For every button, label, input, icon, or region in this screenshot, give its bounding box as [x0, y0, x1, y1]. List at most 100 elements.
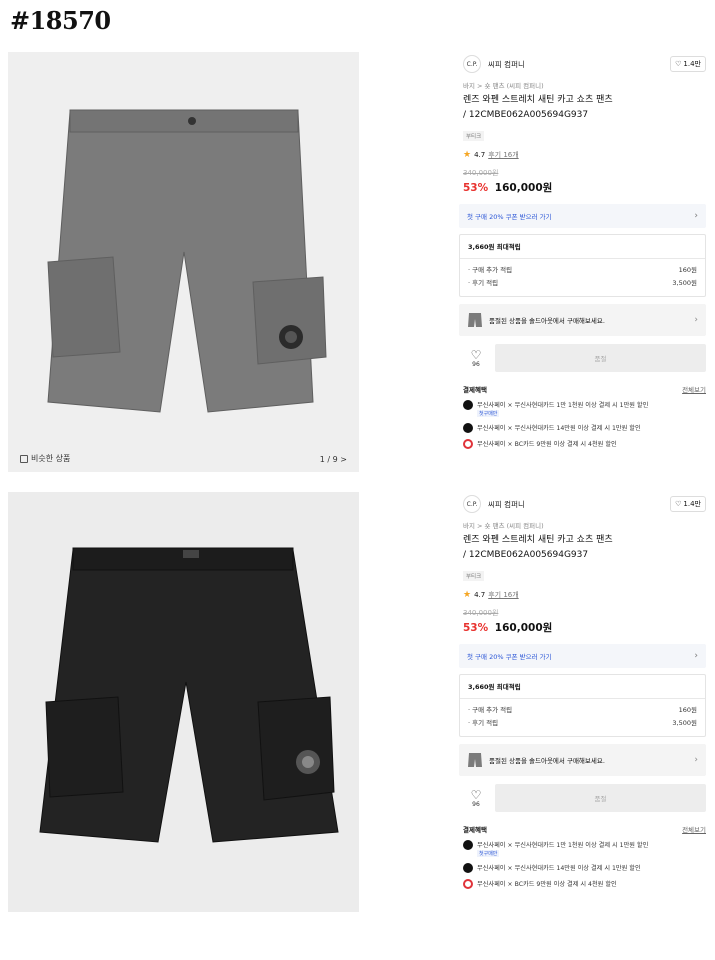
- title-line-2: / 12CMBE062A005694G937: [463, 110, 589, 120]
- brand-logo[interactable]: C.P.: [463, 495, 481, 513]
- product-like-button[interactable]: ♡ 96: [457, 789, 495, 808]
- brand-name[interactable]: 씨피 컴퍼니: [488, 499, 525, 510]
- star-icon: ★: [463, 150, 472, 160]
- coupon-banner[interactable]: 첫 구매 20% 쿠폰 받으러 가기 ›: [459, 644, 706, 668]
- coupon-banner[interactable]: 첫 구매 20% 쿠폰 받으러 가기 ›: [459, 204, 706, 228]
- benefit-item: 무신사페이 × 무신사현대카드 1만 1천원 이상 결제 시 1만원 할인 첫구…: [463, 400, 706, 417]
- product-title: 렌즈 와펜 스트레치 새틴 카고 쇼츠 팬츠 / 12CMBE062A00569…: [463, 93, 706, 123]
- review-link[interactable]: 후기 16개: [488, 150, 518, 160]
- bc-card-icon: [463, 879, 473, 889]
- benefit-item: 무신사페이 × 무신사현대카드 14만원 이상 결제 시 1만원 할인: [463, 423, 706, 433]
- sale-price: 160,000원: [494, 182, 553, 194]
- chevron-right-icon: ›: [694, 315, 698, 325]
- benefit-item: 무신사페이 × 무신사현대카드 14만원 이상 결제 시 1만원 할인: [463, 863, 706, 873]
- breadcrumb[interactable]: 바지 > 숏 팬츠 (씨피 컴퍼니): [463, 520, 706, 530]
- rating[interactable]: ★ 4.7 후기 16개: [463, 590, 706, 600]
- product-info: C.P. 씨피 컴퍼니 ♡ 1.4만 바지 > 숏 팬츠 (씨피 컴퍼니) 렌즈…: [457, 54, 706, 449]
- brand-like-button[interactable]: ♡ 1.4만: [670, 496, 706, 512]
- brand-name[interactable]: 씨피 컴퍼니: [488, 59, 525, 70]
- breadcrumb[interactable]: 바지 > 숏 팬츠 (씨피 컴퍼니): [463, 80, 706, 90]
- buy-row: ♡ 96 품절: [457, 344, 706, 372]
- points-box: 3,660원 최대적립 · 구매 추가 적립 160원 · 후기 적립 3,50…: [459, 674, 706, 737]
- shorts-image: [39, 547, 339, 843]
- points-row: · 구매 추가 적립 160원: [468, 264, 697, 277]
- similar-products-button[interactable]: 비슷한 상품: [20, 453, 70, 464]
- card-icon: [463, 400, 473, 410]
- chevron-right-icon: ›: [694, 651, 698, 661]
- original-price: 340,000원: [463, 609, 499, 617]
- buy-button[interactable]: 품절: [495, 344, 706, 372]
- price-row: 53% 160,000원: [463, 620, 706, 635]
- divider: [460, 258, 705, 259]
- brand-logo[interactable]: C.P.: [463, 55, 481, 73]
- payment-benefits-header: 결제혜택 전체보기: [463, 824, 706, 834]
- heart-icon: ♡: [675, 60, 682, 68]
- sale-price: 160,000원: [494, 622, 553, 634]
- benefit-text: 무신사페이 × 무신사현대카드 1만 1천원 이상 결제 시 1만원 할인: [477, 402, 649, 409]
- view-all-link[interactable]: 전체보기: [682, 384, 706, 394]
- view-all-link[interactable]: 전체보기: [682, 824, 706, 834]
- product-title: 렌즈 와펜 스트레치 새틴 카고 쇼츠 팬츠 / 12CMBE062A00569…: [463, 533, 706, 563]
- points-row: · 후기 적립 3,500원: [468, 717, 697, 730]
- boutique-tag: 부티크: [463, 571, 485, 581]
- title-line-2: / 12CMBE062A005694G937: [463, 550, 589, 560]
- points-box: 3,660원 최대적립 · 구매 추가 적립 160원 · 후기 적립 3,50…: [459, 234, 706, 297]
- title-line-1: 렌즈 와펜 스트레치 새틴 카고 쇼츠 팬츠: [463, 535, 613, 545]
- bc-card-icon: [463, 439, 473, 449]
- brand-like-count: 1.4만: [683, 60, 701, 68]
- discount-rate: 53%: [463, 182, 489, 194]
- soldout-outlet-banner[interactable]: 품절된 상품을 솔드아웃에서 구매해보세요. ›: [459, 744, 706, 776]
- points-value: 3,500원: [672, 279, 697, 287]
- shorts-thumbnail: [468, 313, 482, 327]
- benefits-title: 결제혜택: [463, 826, 487, 834]
- shorts-image: [47, 109, 327, 413]
- star-icon: ★: [463, 590, 472, 600]
- price-row: 53% 160,000원: [463, 180, 706, 195]
- original-price: 340,000원: [463, 169, 499, 177]
- boutique-tag: 부티크: [463, 131, 485, 141]
- heart-icon: ♡: [675, 500, 682, 508]
- benefit-item: 무신사페이 × BC카드 9만원 이상 결제 시 4천원 할인: [463, 439, 706, 449]
- brand-like-button[interactable]: ♡ 1.4만: [670, 56, 706, 72]
- outlet-text: 품절된 상품을 솔드아웃에서 구매해보세요.: [489, 757, 605, 765]
- points-value: 3,500원: [672, 719, 697, 727]
- buy-button[interactable]: 품절: [495, 784, 706, 812]
- product-like-count: 96: [472, 360, 480, 368]
- points-title: 3,660원 최대적립: [468, 243, 521, 251]
- divider: [460, 698, 705, 699]
- discount-rate: 53%: [463, 622, 489, 634]
- rating[interactable]: ★ 4.7 후기 16개: [463, 150, 706, 160]
- product-like-count: 96: [472, 800, 480, 808]
- title-line-1: 렌즈 와펜 스트레치 새틴 카고 쇼츠 팬츠: [463, 95, 613, 105]
- post-id: #18570: [10, 6, 111, 35]
- card-icon: [463, 423, 473, 433]
- product-info: C.P. 씨피 컴퍼니 ♡ 1.4만 바지 > 숏 팬츠 (씨피 컴퍼니) 렌즈…: [457, 494, 706, 889]
- coupon-text: 첫 구매 20% 쿠폰 받으러 가기: [467, 653, 552, 661]
- points-label: · 후기 적립: [468, 719, 499, 727]
- soldout-outlet-banner[interactable]: 품절된 상품을 솔드아웃에서 구매해보세요. ›: [459, 304, 706, 336]
- copy-icon: [20, 454, 28, 463]
- product-photo[interactable]: 비슷한 상품 1 / 9 >: [8, 52, 359, 472]
- benefit-text: 무신사페이 × 무신사현대카드 14만원 이상 결제 시 1만원 할인: [477, 865, 641, 872]
- benefit-item: 무신사페이 × BC카드 9만원 이상 결제 시 4천원 할인: [463, 879, 706, 889]
- buy-row: ♡ 96 품절: [457, 784, 706, 812]
- review-link[interactable]: 후기 16개: [488, 590, 518, 600]
- product-photo[interactable]: [8, 492, 359, 912]
- heart-icon: ♡: [470, 787, 482, 802]
- product-like-button[interactable]: ♡ 96: [457, 349, 495, 368]
- points-row: · 구매 추가 적립 160원: [468, 704, 697, 717]
- product-panel-gray: 비슷한 상품 1 / 9 > C.P. 씨피 컴퍼니 ♡ 1.4만 바지 > 숏…: [0, 46, 715, 478]
- benefit-text: 무신사페이 × BC카드 9만원 이상 결제 시 4천원 할인: [477, 441, 617, 448]
- heart-icon: ♡: [470, 347, 482, 362]
- chevron-right-icon: ›: [694, 755, 698, 765]
- similar-label: 비슷한 상품: [31, 454, 71, 463]
- image-pager[interactable]: 1 / 9 >: [320, 455, 347, 464]
- points-label: · 구매 추가 적립: [468, 266, 513, 274]
- points-title: 3,660원 최대적립: [468, 683, 521, 691]
- benefit-text: 무신사페이 × 무신사현대카드 14만원 이상 결제 시 1만원 할인: [477, 425, 641, 432]
- outlet-text: 품절된 상품을 솔드아웃에서 구매해보세요.: [489, 317, 605, 325]
- rating-value: 4.7: [474, 151, 486, 159]
- benefits-title: 결제혜택: [463, 386, 487, 394]
- rating-value: 4.7: [474, 591, 486, 599]
- chevron-right-icon: ›: [694, 211, 698, 221]
